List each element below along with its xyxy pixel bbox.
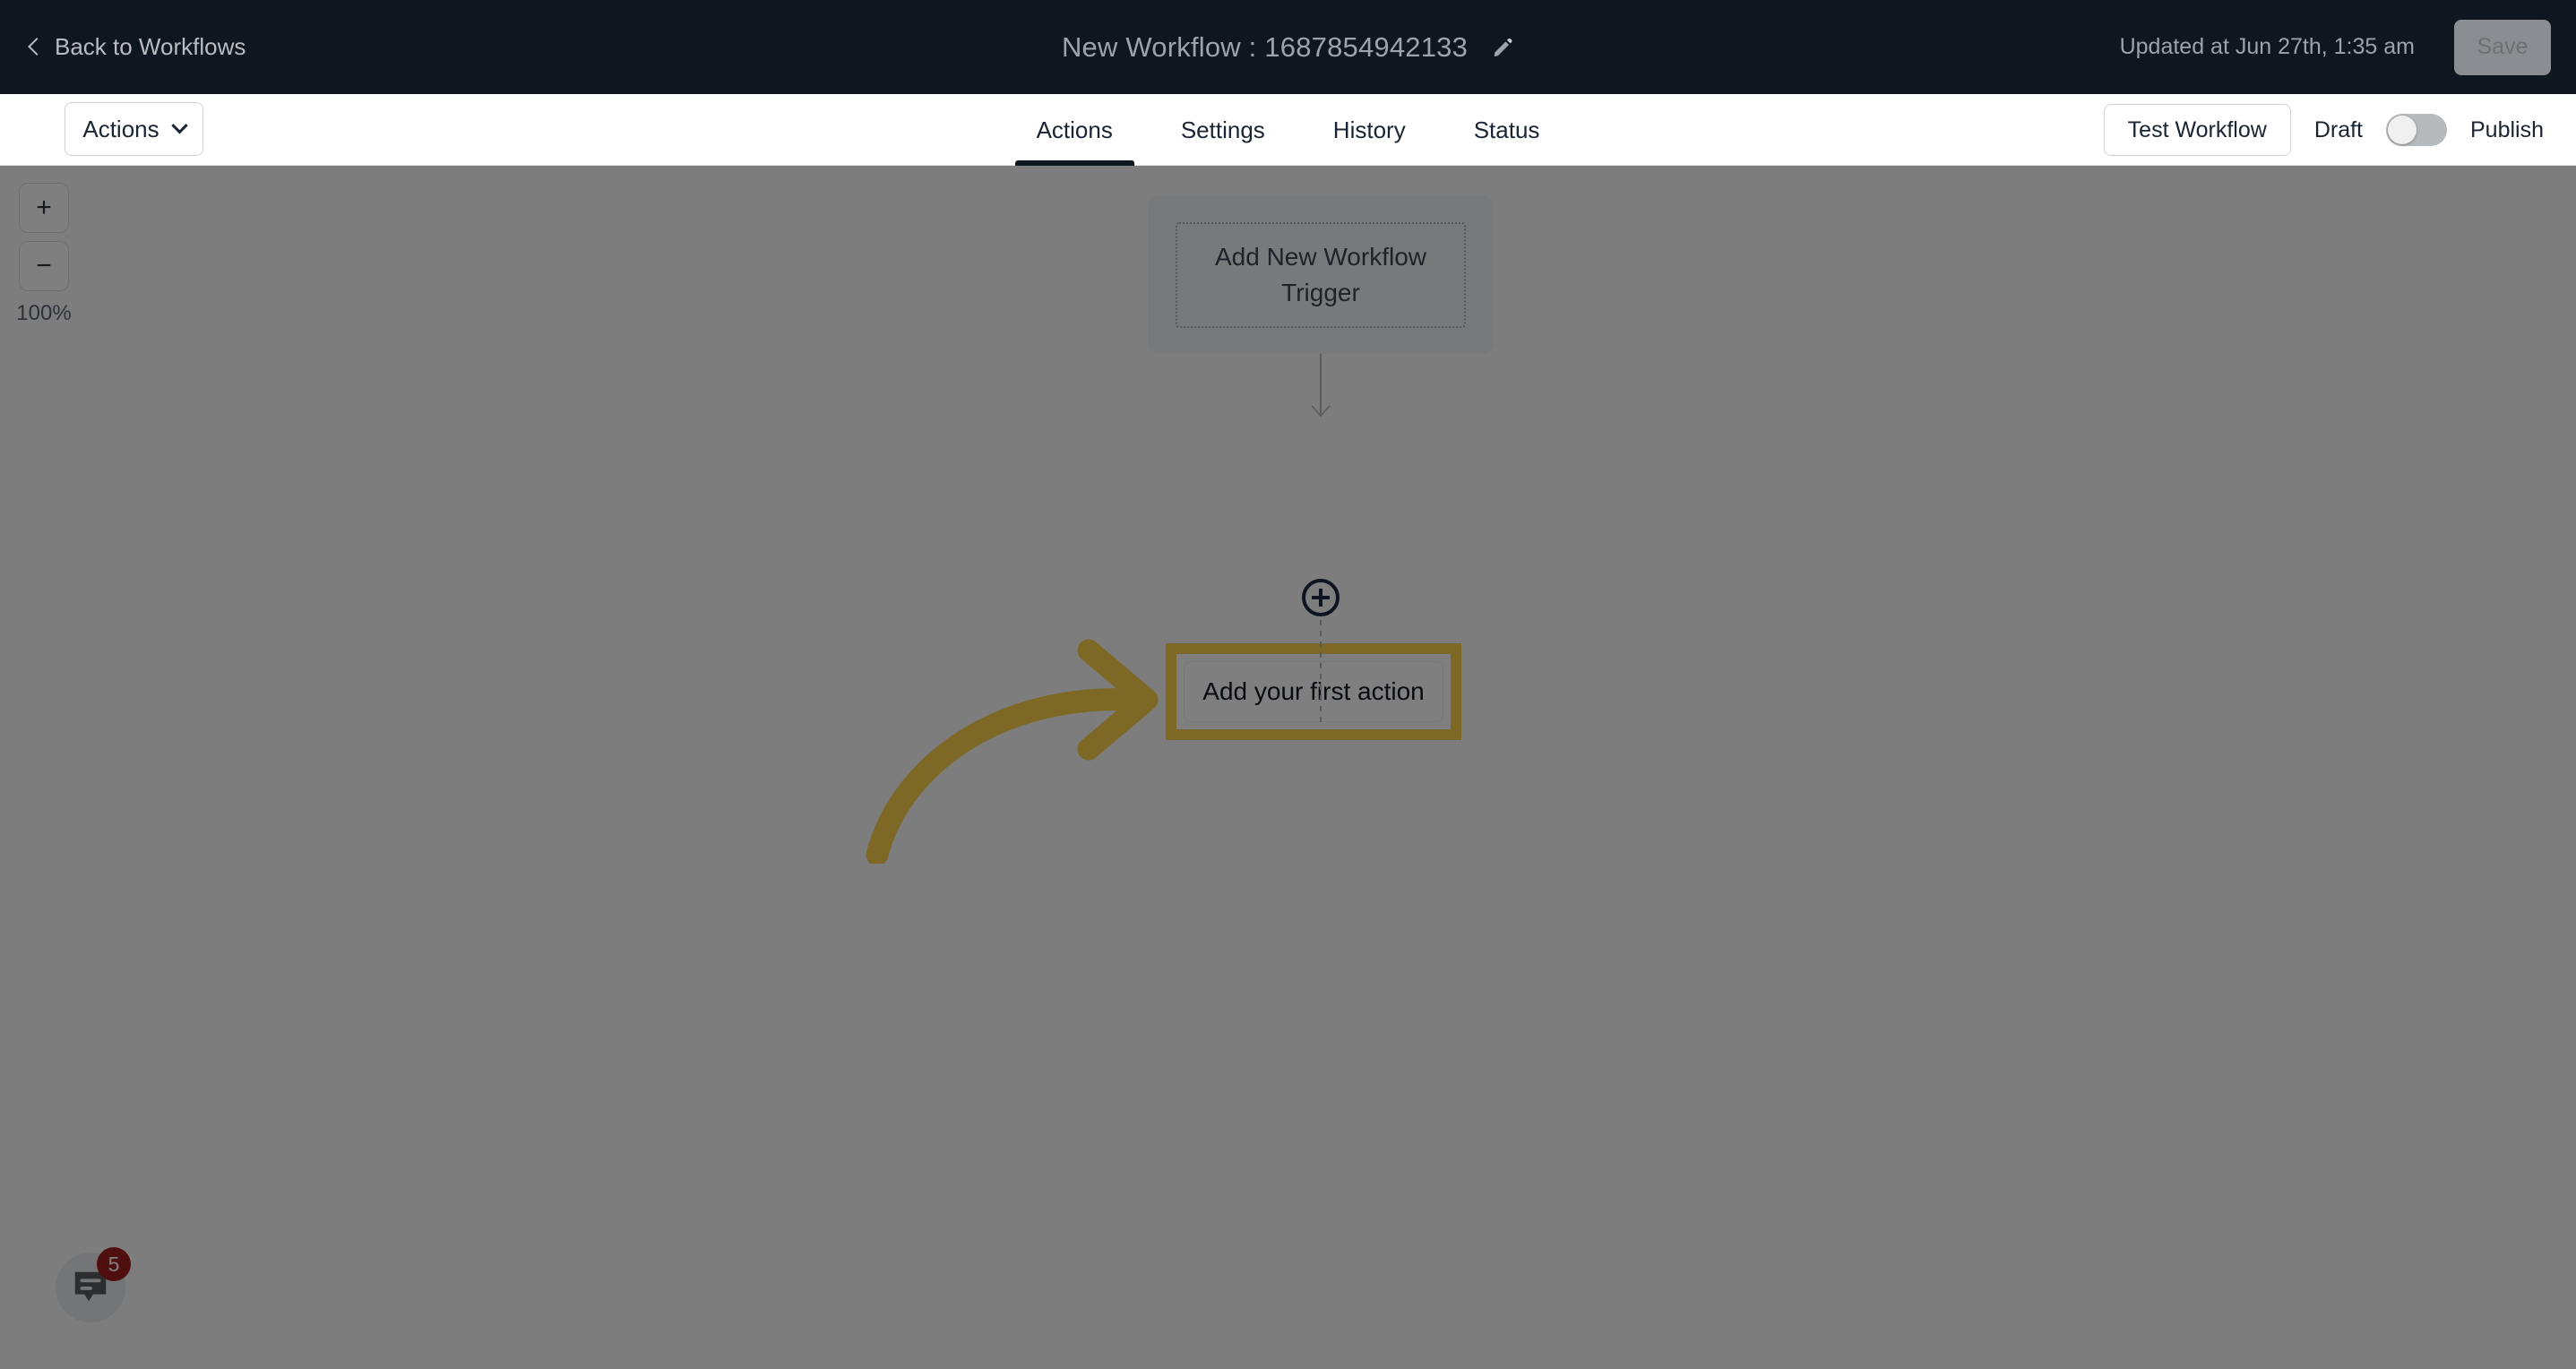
- add-step-button[interactable]: [1302, 579, 1340, 616]
- chat-unread-badge: 5: [97, 1247, 131, 1281]
- toolbar-right-group: Test Workflow Draft Publish: [2103, 94, 2544, 166]
- zoom-in-button[interactable]: +: [19, 183, 69, 233]
- tab-actions-label: Actions: [1036, 116, 1113, 143]
- chevron-down-icon: [170, 116, 188, 133]
- workflow-title-group: New Workflow : 1687854942133: [1062, 31, 1514, 64]
- back-to-workflows-link[interactable]: Back to Workflows: [28, 33, 246, 61]
- workflow-builder-page: Back to Workflows New Workflow : 1687854…: [0, 0, 2576, 1369]
- tab-bar: Actions Settings History Status: [1003, 94, 1574, 166]
- add-first-action-button[interactable]: Add your first action: [1184, 661, 1443, 722]
- draft-label: Draft: [2313, 116, 2363, 142]
- save-button[interactable]: Save: [2454, 19, 2551, 75]
- publish-toggle[interactable]: [2386, 114, 2447, 146]
- pencil-icon[interactable]: [1491, 36, 1514, 59]
- tab-settings-label: Settings: [1180, 116, 1265, 143]
- publish-label: Publish: [2470, 116, 2544, 142]
- workflow-trigger-node[interactable]: Add New Workflow Trigger: [1148, 195, 1494, 354]
- connector-arrow-icon: [1311, 405, 1331, 418]
- first-action-highlight-inner: Add your first action: [1176, 654, 1451, 729]
- tab-status-label: Status: [1473, 116, 1540, 143]
- tab-status[interactable]: Status: [1440, 94, 1574, 166]
- tab-history-label: History: [1332, 116, 1406, 143]
- zoom-level-label: 100%: [16, 301, 72, 325]
- add-trigger-placeholder[interactable]: Add New Workflow Trigger: [1176, 221, 1466, 328]
- updated-timestamp: Updated at Jun 27th, 1:35 am: [2119, 34, 2415, 59]
- connector-line-bottom: [1320, 620, 1322, 728]
- first-action-highlight: Add your first action: [1166, 643, 1461, 740]
- tab-settings[interactable]: Settings: [1147, 94, 1299, 166]
- workflow-canvas[interactable]: + − 100% Add New Workflow Trigger Add yo…: [0, 167, 2576, 1369]
- zoom-out-button[interactable]: −: [19, 241, 69, 291]
- tab-history[interactable]: History: [1299, 94, 1440, 166]
- chevron-left-icon: [28, 38, 46, 56]
- actions-dropdown[interactable]: Actions: [65, 102, 203, 156]
- back-to-workflows-label: Back to Workflows: [55, 33, 246, 60]
- toggle-knob: [2388, 116, 2417, 144]
- tab-actions[interactable]: Actions: [1003, 94, 1147, 166]
- page-title: New Workflow : 1687854942133: [1061, 30, 1469, 63]
- top-bar: Back to Workflows New Workflow : 1687854…: [0, 0, 2576, 94]
- chat-widget[interactable]: 5: [56, 1247, 131, 1322]
- zoom-controls: + − 100%: [16, 183, 72, 326]
- test-workflow-button[interactable]: Test Workflow: [2103, 104, 2291, 156]
- curved-arrow-icon: [866, 639, 1159, 864]
- workflow-toolbar: Actions Actions Settings History Status …: [0, 94, 2576, 166]
- actions-dropdown-label: Actions: [82, 115, 159, 142]
